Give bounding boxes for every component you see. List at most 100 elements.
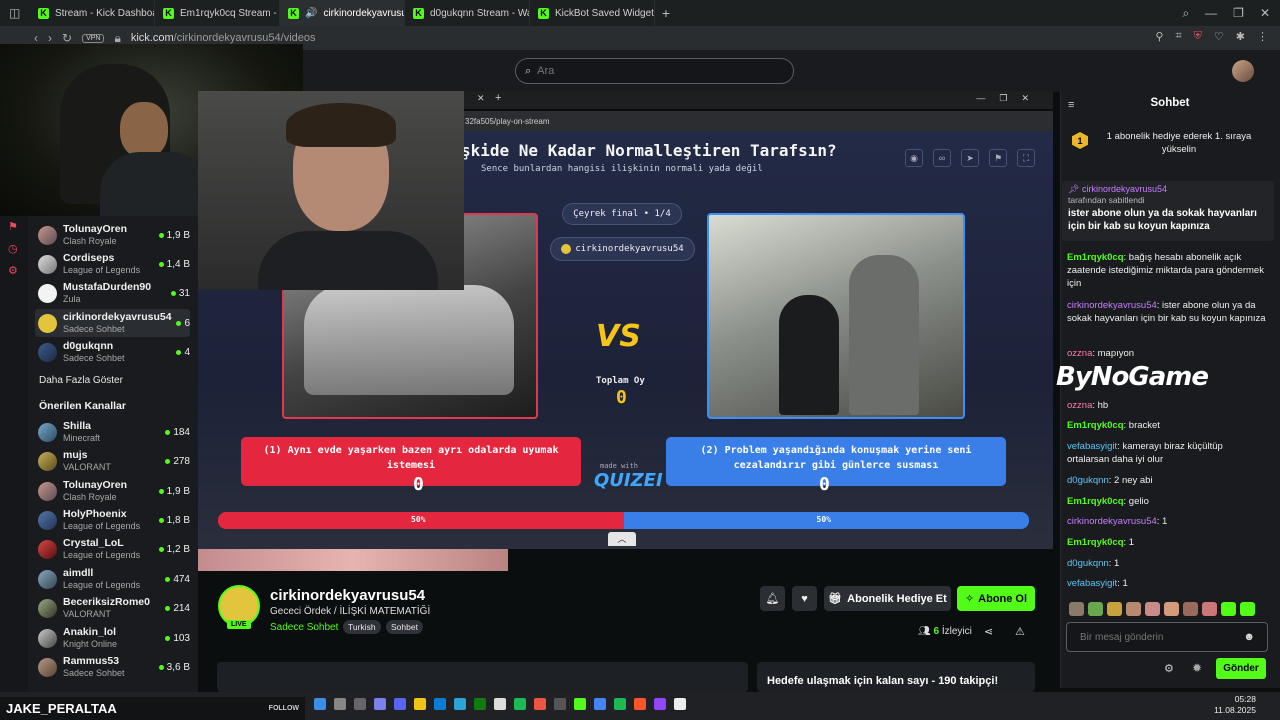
share-icon[interactable]: ⋖ [984,625,993,638]
notification-button[interactable]: 🔔︎ [760,586,785,611]
url-field[interactable]: kick.com/cirkinordekyavrusu54/videos [131,32,316,44]
send-icon[interactable]: ➤ [961,149,979,167]
emote-icon[interactable] [1107,602,1122,616]
app-icon[interactable] [374,698,386,710]
minimize-icon[interactable]: — [1205,6,1217,20]
clock-icon[interactable]: ◷ [8,242,18,255]
browser-menu-icon[interactable]: ◫ [0,6,30,20]
brave-icon[interactable] [634,698,646,710]
app-icon[interactable] [514,698,526,710]
send-button[interactable]: Gönder [1216,658,1266,679]
streamer-name[interactable]: cirkinordekyavrusu54 [270,587,425,604]
option-right-image[interactable] [707,213,965,419]
restore-icon[interactable]: ❐ [1233,6,1244,20]
app-icon[interactable] [554,698,566,710]
search-box[interactable]: ⌕ [515,58,794,84]
emote-icon[interactable] [1221,602,1236,616]
sidebar-item-mujs[interactable]: mujs VALORANT 278 [38,447,190,475]
gift-sub-button[interactable]: 🎁︎ Abonelik Hediye Et [824,586,951,611]
tab-d0gukqnn[interactable]: Kd0gukqnn Stream - Watc [405,0,530,26]
new-tab-button[interactable]: + [655,5,677,21]
app-icon[interactable] [494,698,506,710]
emote-icon[interactable] [1202,602,1217,616]
sidebar-item-rammus53[interactable]: Rammus53 Sadece Sohbet 3,6 B [38,653,190,681]
tab-cirkinordekyavrusu54[interactable]: K🔊cirkinordekyavrusu54 [280,0,405,26]
chat-input-box[interactable]: ☻ [1066,622,1268,652]
option-right-button[interactable]: (2) Problem yaşandığında konuşmak yerine… [666,437,1006,486]
app-icon[interactable] [474,698,486,710]
sidebar-item-tolunayoren-rec[interactable]: TolunayOren Clash Royale 1,9 B [38,477,190,505]
emote-icon[interactable] [1164,602,1179,616]
vpn-badge[interactable]: VPN [82,33,105,43]
emote-icon[interactable] [1183,602,1198,616]
app-icon[interactable] [534,698,546,710]
app-icon[interactable] [454,698,466,710]
windows-start-icon[interactable] [314,698,326,710]
forward-icon[interactable]: › [48,31,52,45]
sidebar-item-cirkinordekyavrusu54[interactable]: cirkinordekyavrusu54 Sadece Sohbet 6 [35,309,190,337]
tab-kick-dashboard[interactable]: KStream - Kick Dashboard [30,0,155,26]
tag-turkish[interactable]: Turkish [343,620,381,634]
flag-icon[interactable]: ⚑ [8,220,18,233]
app-icon[interactable] [654,698,666,710]
chat-settings-icon[interactable]: ⚙ [1164,662,1174,675]
puzzle-icon[interactable]: ✱ [1236,30,1245,43]
sidebar-item-shilla[interactable]: Shilla Minecraft 184 [38,418,190,446]
emoji-icon[interactable]: ☻ [1243,631,1255,643]
settings-icon[interactable]: ⚙ [8,264,18,277]
sidebar-item-tolunayoren[interactable]: TolunayOren Clash Royale 1,9 B [38,221,190,249]
show-more-link[interactable]: Daha Fazla Göster [39,375,123,386]
sidebar-item-aimdll[interactable]: aimdll League of Legends 474 [38,565,190,593]
back-icon[interactable]: ‹ [34,31,38,45]
link-icon[interactable]: ∞ [933,149,951,167]
rewards-icon[interactable]: ✹ [1192,661,1202,675]
emote-icon[interactable] [1126,602,1141,616]
tab-kickbot-widgets[interactable]: K KickBot Saved Widgets [530,0,655,26]
sidebar-item-holyphoenix[interactable]: HolyPhoenix League of Legends 1,8 B [38,506,190,534]
sidebar-item-crystal-lol[interactable]: Crystal_LoL League of Legends 1,2 B [38,535,190,563]
menu-icon[interactable]: ⋮ [1257,30,1268,43]
sidebar-item-cordiseps[interactable]: Cordiseps League of Legends 1,4 B [38,250,190,278]
sidebar-item-anakin-lol[interactable]: Anakin_lol Knight Online 103 [38,624,190,652]
user-avatar[interactable] [1232,60,1254,82]
app-icon[interactable] [394,698,406,710]
app-icon[interactable] [614,698,626,710]
heart-icon[interactable]: ♡ [1214,30,1224,43]
crop-icon[interactable]: ⌗ [1175,30,1181,43]
sidebar-item-beceriksizrome0[interactable]: BeceriksizRome0 VALORANT 214 [38,594,190,622]
app-icon[interactable] [434,698,446,710]
fullscreen-icon[interactable]: ⛶ [1017,149,1035,167]
report-icon[interactable]: ⚠ [1015,625,1025,638]
system-clock[interactable]: 05:28 11.08.2025 [1212,694,1256,716]
chat-input[interactable] [1080,631,1230,643]
app-icon[interactable] [594,698,606,710]
follow-button[interactable]: ♥ [792,586,817,611]
eye-icon[interactable]: ◉ [905,149,923,167]
pinned-message[interactable]: 📌︎ cirkinordekyavrusu54 tarafından sabit… [1062,181,1274,241]
search-input[interactable] [537,65,680,77]
subscribe-button[interactable]: ✧ Abone Ol [957,586,1035,611]
emote-icon[interactable] [1240,602,1255,616]
stream-category[interactable]: Sadece Sohbet [270,622,338,633]
shield-icon[interactable]: ⛨ [1194,30,1202,43]
sidebar-item-d0gukqnn[interactable]: d0gukqnn Sadece Sohbet 4 [38,338,190,366]
app-icon[interactable] [574,698,586,710]
tab-em1rqyk0cq[interactable]: KEm1rqyk0cq Stream - Wa [155,0,280,26]
flag-icon[interactable]: ⚑ [989,149,1007,167]
search-icon[interactable]: ⌕ [1182,6,1189,21]
close-icon[interactable]: ✕ [1260,6,1270,20]
speaker-icon[interactable]: 🔊 [305,8,317,19]
emote-icon[interactable] [1069,602,1084,616]
emote-icon[interactable] [1145,602,1160,616]
sidebar-item-mustafadurden90[interactable]: MustafaDurden90 Zula 31 [38,279,190,307]
search-icon[interactable] [334,698,346,710]
pin-icon[interactable]: ⚲ [1155,30,1163,43]
collapse-button[interactable]: ︿ [608,532,636,546]
app-icon[interactable] [674,698,686,710]
folder-icon[interactable] [414,698,426,710]
tag-sohbet[interactable]: Sohbet [386,620,423,634]
emote-icon[interactable] [1088,602,1103,616]
option-left-button[interactable]: (1) Aynı evde yaşarken bazen ayrı odalar… [241,437,581,486]
reload-icon[interactable]: ↻ [62,31,72,45]
task-view-icon[interactable] [354,698,366,710]
